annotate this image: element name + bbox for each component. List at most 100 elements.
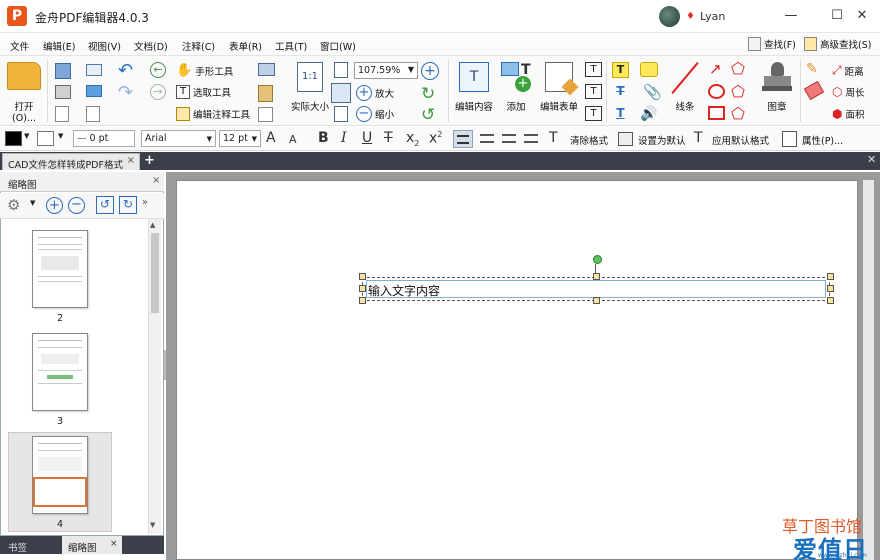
chevron-down-icon[interactable]: ▼ bbox=[58, 132, 63, 140]
menu-tools[interactable]: 工具(T) bbox=[275, 39, 307, 53]
perimeter-tool-button[interactable]: ⬡ 周长 bbox=[832, 85, 865, 99]
edit-annotation-tool-button[interactable]: 编辑注释工具 bbox=[176, 107, 250, 121]
thumbnail-scrollbar[interactable]: ▲ ▼ bbox=[148, 219, 161, 534]
rotate-right-icon[interactable]: ↻ bbox=[119, 196, 137, 214]
pencil-icon[interactable]: ✎ bbox=[806, 61, 818, 77]
text-field-icon[interactable]: T bbox=[585, 62, 602, 77]
page-icon[interactable] bbox=[86, 106, 100, 122]
distance-tool-button[interactable]: ⤢ 距离 bbox=[832, 63, 864, 78]
align-left-button[interactable] bbox=[453, 130, 473, 148]
eraser-icon[interactable] bbox=[803, 80, 825, 101]
resize-handle[interactable] bbox=[827, 285, 834, 292]
bookmarks-tab[interactable]: 书签 bbox=[0, 536, 58, 554]
chevron-down-icon[interactable]: ▼ bbox=[24, 132, 29, 140]
redo-icon[interactable]: ↷ bbox=[118, 82, 133, 103]
close-button[interactable]: ✕ bbox=[853, 7, 871, 25]
apply-default-button[interactable]: 应用默认格式 bbox=[712, 133, 769, 147]
strikethrough-button[interactable]: T bbox=[384, 130, 393, 146]
resize-handle[interactable] bbox=[827, 297, 834, 304]
print-icon[interactable] bbox=[55, 85, 71, 99]
add-button[interactable]: T + 添加 bbox=[496, 62, 536, 113]
set-default-icon[interactable] bbox=[618, 132, 633, 146]
save-icon[interactable] bbox=[55, 63, 71, 79]
zoom-in-button[interactable]: + 放大 bbox=[356, 85, 394, 101]
resize-handle[interactable] bbox=[359, 297, 366, 304]
fit-width-icon[interactable] bbox=[331, 83, 351, 103]
advanced-find-button[interactable]: 高级查找(S) bbox=[804, 37, 871, 51]
area-tool-button[interactable]: ⬢ 面积 bbox=[832, 107, 865, 121]
resize-handle[interactable] bbox=[359, 273, 366, 280]
resize-handle[interactable] bbox=[359, 285, 366, 292]
cloud-icon[interactable] bbox=[86, 85, 102, 97]
italic-button[interactable]: I bbox=[341, 130, 347, 146]
fit-visible-icon[interactable] bbox=[334, 106, 348, 122]
underline-text-icon[interactable]: T bbox=[612, 106, 629, 122]
polyline-icon[interactable]: ⬠ bbox=[731, 104, 745, 123]
align-right-button[interactable] bbox=[499, 130, 519, 148]
scroll-thumb[interactable] bbox=[151, 233, 159, 313]
forward-icon[interactable]: → bbox=[150, 84, 166, 100]
rotate-handle[interactable] bbox=[593, 255, 602, 264]
clipboard-icon[interactable] bbox=[258, 85, 273, 102]
zoom-select[interactable]: 107.59% ▼ bbox=[354, 62, 418, 79]
increase-font-icon[interactable]: A bbox=[266, 130, 276, 146]
menu-edit[interactable]: 编辑(E) bbox=[43, 39, 75, 53]
resize-handle[interactable] bbox=[593, 297, 600, 304]
snapshot-icon[interactable] bbox=[258, 63, 275, 76]
superscript-button[interactable]: x2 bbox=[429, 130, 442, 147]
more-icon[interactable]: » bbox=[142, 197, 148, 208]
font-family-select[interactable]: Arial ▼ bbox=[141, 130, 216, 147]
textbox-content[interactable]: 输入文字内容 bbox=[368, 282, 440, 299]
menu-document[interactable]: 文档(D) bbox=[134, 39, 168, 53]
sound-icon[interactable]: 🔊 bbox=[640, 106, 657, 122]
menu-comment[interactable]: 注释(C) bbox=[182, 39, 215, 53]
hand-tool-button[interactable]: ✋ 手形工具 bbox=[176, 63, 233, 78]
resize-handle[interactable] bbox=[827, 273, 834, 280]
clear-format-icon[interactable]: T bbox=[549, 130, 558, 146]
stroke-color-swatch[interactable] bbox=[37, 131, 54, 146]
stamp-button[interactable]: 图章 bbox=[756, 62, 798, 113]
note-icon[interactable] bbox=[640, 62, 658, 77]
rectangle-icon[interactable] bbox=[708, 106, 725, 120]
undo-icon[interactable]: ↶ bbox=[118, 60, 133, 81]
gear-icon[interactable]: ⚙ bbox=[7, 196, 20, 214]
set-default-button[interactable]: 设置为默认 bbox=[638, 133, 686, 147]
properties-icon[interactable] bbox=[782, 131, 797, 147]
thumb-zoom-in-icon[interactable]: + bbox=[46, 197, 63, 214]
ellipse-icon[interactable] bbox=[708, 84, 725, 99]
menu-view[interactable]: 视图(V) bbox=[88, 39, 121, 53]
menu-window[interactable]: 窗口(W) bbox=[320, 39, 356, 53]
new-tab-button[interactable]: + bbox=[144, 153, 155, 168]
zoom-circle-icon[interactable]: + bbox=[421, 62, 439, 80]
decrease-font-icon[interactable]: A bbox=[289, 133, 297, 146]
document-scrollbar[interactable] bbox=[863, 180, 874, 560]
scroll-up-icon[interactable]: ▲ bbox=[150, 221, 155, 229]
user-name[interactable]: Lyan bbox=[700, 10, 725, 23]
page-thumbnail[interactable] bbox=[32, 333, 88, 411]
menu-form[interactable]: 表单(R) bbox=[229, 39, 262, 53]
subscript-button[interactable]: x2 bbox=[406, 130, 419, 148]
textbox-icon[interactable]: T bbox=[585, 84, 602, 99]
rotate-ccw-icon[interactable]: ↺ bbox=[421, 105, 435, 125]
apply-default-icon[interactable]: T bbox=[694, 130, 703, 146]
rotate-cw-icon[interactable]: ↻ bbox=[421, 84, 435, 104]
select-tool-button[interactable]: T 选取工具 bbox=[176, 85, 231, 99]
strikeout-icon[interactable]: T bbox=[612, 84, 629, 100]
justify-button[interactable] bbox=[521, 130, 541, 148]
resize-handle[interactable] bbox=[593, 273, 600, 280]
chevron-down-icon[interactable]: ▼ bbox=[30, 199, 35, 207]
actual-size-button[interactable]: 1:1 实际大小 bbox=[289, 62, 331, 113]
close-document-icon[interactable]: ✕ bbox=[867, 153, 876, 166]
email-icon[interactable] bbox=[86, 64, 102, 76]
align-center-button[interactable] bbox=[477, 130, 497, 148]
bold-button[interactable]: B bbox=[318, 130, 329, 146]
clear-format-button[interactable]: 清除格式 bbox=[570, 133, 608, 147]
line-button[interactable]: 线条 bbox=[664, 62, 706, 113]
avatar[interactable] bbox=[659, 6, 680, 27]
document-tab[interactable]: CAD文件怎样转成PDF格式 × bbox=[2, 153, 140, 171]
properties-button[interactable]: 属性(P)... bbox=[802, 133, 843, 147]
edit-content-button[interactable]: T 编辑内容 bbox=[453, 62, 495, 113]
menu-file[interactable]: 文件 bbox=[10, 39, 29, 53]
close-tab-icon[interactable]: × bbox=[127, 155, 135, 166]
cloud-shape-icon[interactable]: ⬠ bbox=[731, 82, 745, 101]
